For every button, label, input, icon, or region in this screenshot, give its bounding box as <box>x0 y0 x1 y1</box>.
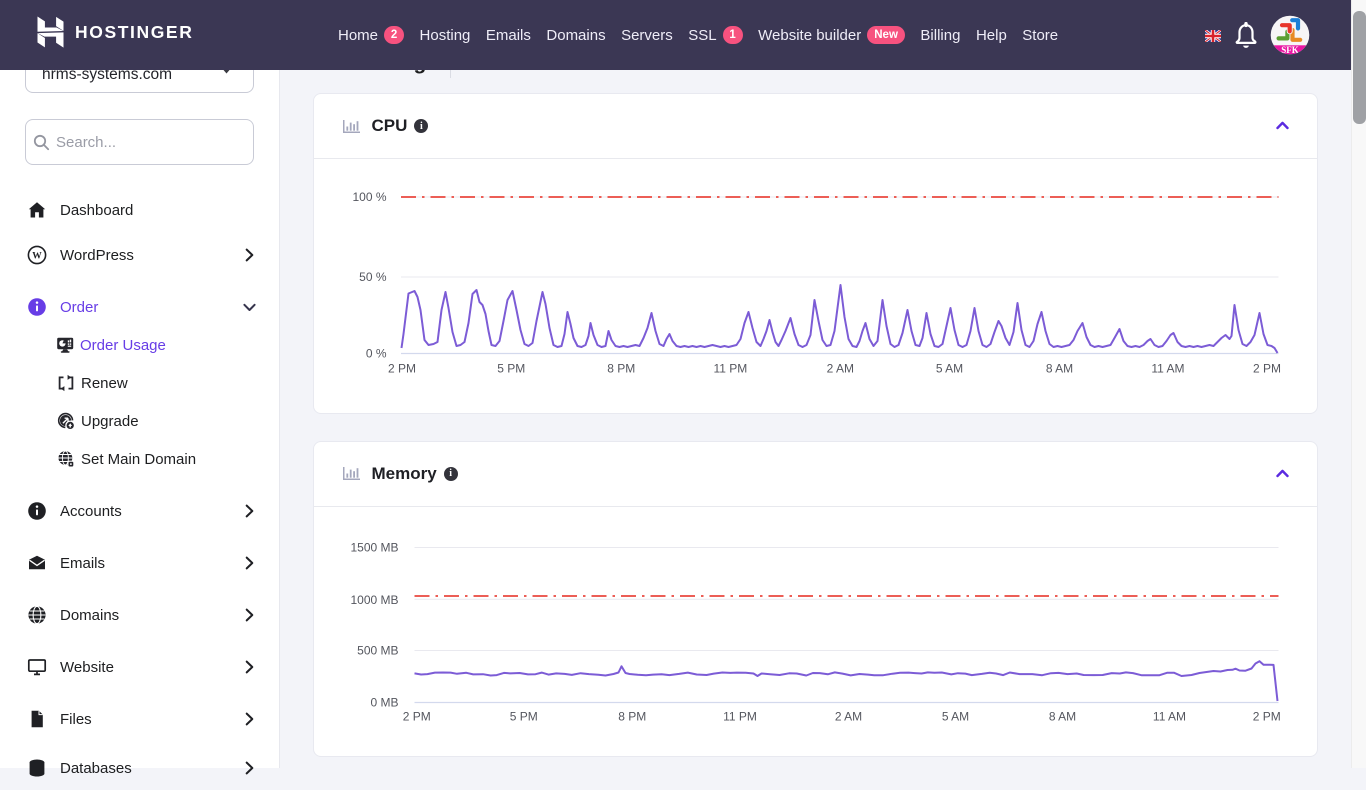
svg-text:500 MB: 500 MB <box>357 643 398 657</box>
svg-text:8 PM: 8 PM <box>618 709 646 723</box>
svg-text:0 %: 0 % <box>365 347 386 361</box>
svg-text:2 PM: 2 PM <box>1252 709 1280 723</box>
svg-text:8 PM: 8 PM <box>607 362 635 376</box>
svg-text:5 PM: 5 PM <box>509 709 537 723</box>
svg-text:100 %: 100 % <box>352 190 386 204</box>
svg-text:5 PM: 5 PM <box>497 362 525 376</box>
svg-text:2 AM: 2 AM <box>826 362 853 376</box>
svg-text:11 PM: 11 PM <box>723 709 757 723</box>
svg-text:5 AM: 5 AM <box>935 362 962 376</box>
svg-text:5 AM: 5 AM <box>941 709 968 723</box>
svg-text:50 %: 50 % <box>359 270 387 284</box>
svg-text:0 MB: 0 MB <box>370 695 398 709</box>
svg-text:8 AM: 8 AM <box>1048 709 1075 723</box>
svg-text:8 AM: 8 AM <box>1045 362 1072 376</box>
svg-text:2 AM: 2 AM <box>834 709 861 723</box>
svg-text:1000 MB: 1000 MB <box>350 593 398 607</box>
svg-text:1500 MB: 1500 MB <box>350 540 398 554</box>
svg-text:11 PM: 11 PM <box>713 362 747 376</box>
svg-text:2 PM: 2 PM <box>402 709 430 723</box>
svg-text:2 PM: 2 PM <box>1252 362 1280 376</box>
svg-text:W: W <box>32 251 42 261</box>
svg-text:SFK: SFK <box>1281 45 1299 55</box>
svg-text:2 PM: 2 PM <box>387 362 415 376</box>
svg-text:11 AM: 11 AM <box>1151 362 1184 376</box>
svg-text:11 AM: 11 AM <box>1152 709 1185 723</box>
